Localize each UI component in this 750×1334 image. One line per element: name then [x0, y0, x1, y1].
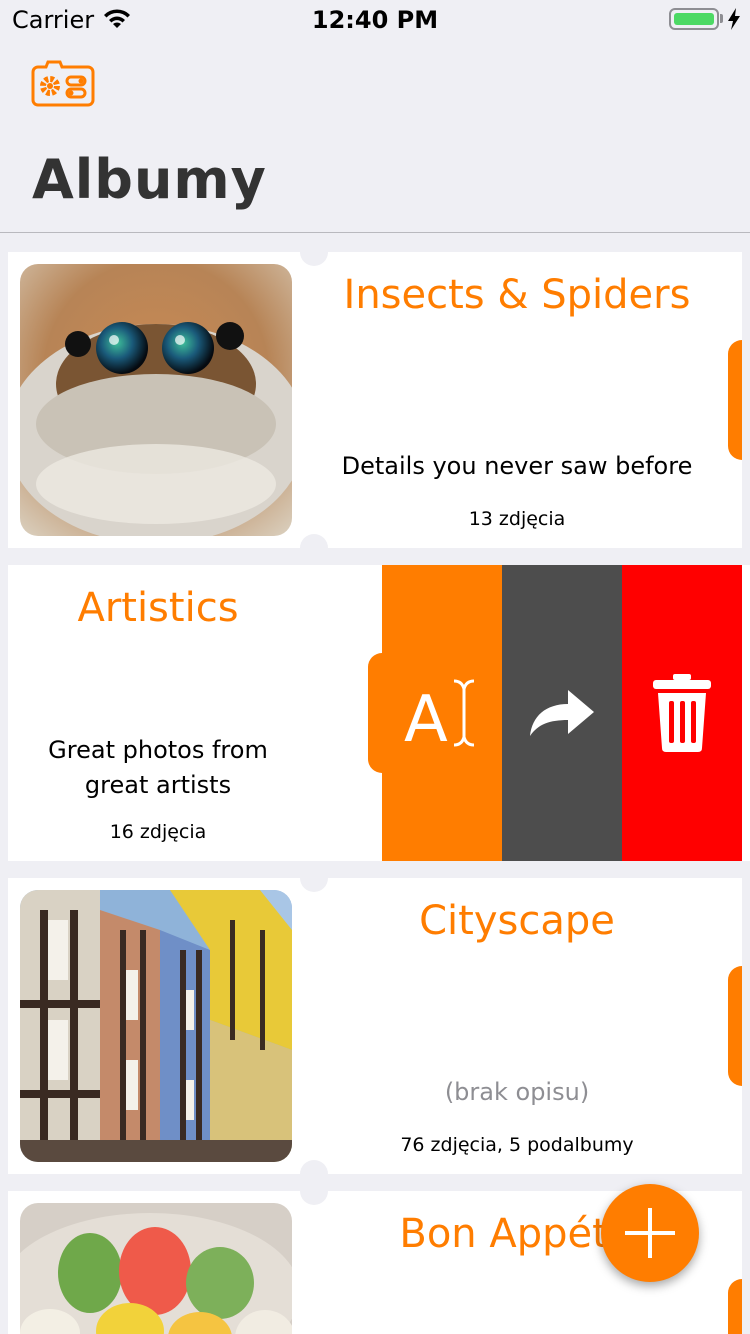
album-title: Cityscape: [419, 898, 615, 944]
share-button[interactable]: [502, 565, 622, 861]
card-notch: [300, 1160, 328, 1174]
card-notch: [300, 252, 328, 266]
settings-button[interactable]: [30, 58, 96, 108]
album-card[interactable]: Insects & Spiders Details you never saw …: [8, 252, 742, 548]
album-thumbnail-spider: [20, 264, 292, 536]
album-photo-count: 13 zdjęcia: [468, 508, 566, 530]
page-title: Albumy: [32, 148, 267, 211]
album-thumbnail-macarons: [20, 1203, 292, 1334]
album-description-line: great artists: [84, 771, 232, 799]
album-description: Great photos from great artists: [8, 733, 308, 803]
delete-button[interactable]: [622, 565, 742, 861]
rename-button[interactable]: A: [382, 565, 502, 861]
svg-text:A: A: [404, 683, 448, 749]
swipe-handle[interactable]: [728, 1279, 742, 1334]
card-notch: [300, 878, 328, 892]
swipe-handle[interactable]: [728, 966, 742, 1086]
album-card-swiped[interactable]: Artistics Great photos from great artist…: [8, 565, 750, 861]
album-card[interactable]: Cityscape (brak opisu) 76 zdjęcia, 5 pod…: [8, 878, 742, 1174]
camera-settings-icon: [31, 60, 95, 107]
album-description-line: Great photos from: [48, 736, 268, 764]
album-photo-count: 16 zdjęcia: [109, 821, 207, 843]
share-arrow-icon: [530, 690, 594, 736]
card-notch: [300, 1191, 328, 1205]
status-time: 12:40 PM: [311, 6, 439, 34]
add-album-button[interactable]: [601, 1184, 699, 1282]
album-thumbnail-cityscape: [20, 890, 292, 1162]
rename-text-cursor-icon: A: [404, 679, 475, 749]
battery-icon: [669, 8, 719, 30]
card-notch: [300, 534, 328, 548]
plus-icon: [625, 1208, 675, 1258]
album-title: Artistics: [77, 585, 239, 631]
trash-icon: [653, 674, 711, 752]
album-photo-count: 76 zdjęcia, 5 podalbumy: [400, 1134, 634, 1156]
header-divider: [0, 232, 750, 233]
charging-bolt-icon: [728, 8, 740, 30]
swipe-handle[interactable]: [728, 340, 742, 460]
battery-tip: [720, 14, 723, 23]
status-bar: Carrier 12:40 PM: [0, 0, 750, 40]
album-title: Insects & Spiders: [343, 272, 691, 318]
album-description: (brak opisu): [444, 1078, 590, 1106]
album-description: Details you never saw before: [341, 452, 693, 480]
